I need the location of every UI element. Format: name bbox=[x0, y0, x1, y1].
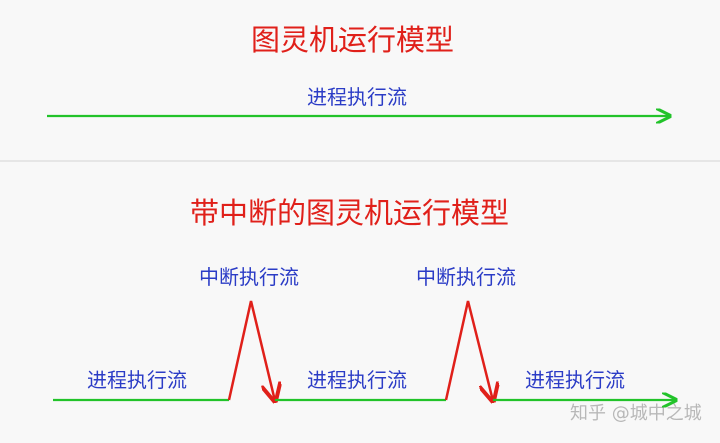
interrupt-flow-arrow-2 bbox=[444, 300, 493, 401]
flow-diagram-canvas bbox=[47, 0, 720, 443]
interrupt-flow-arrow-1 bbox=[227, 300, 275, 401]
